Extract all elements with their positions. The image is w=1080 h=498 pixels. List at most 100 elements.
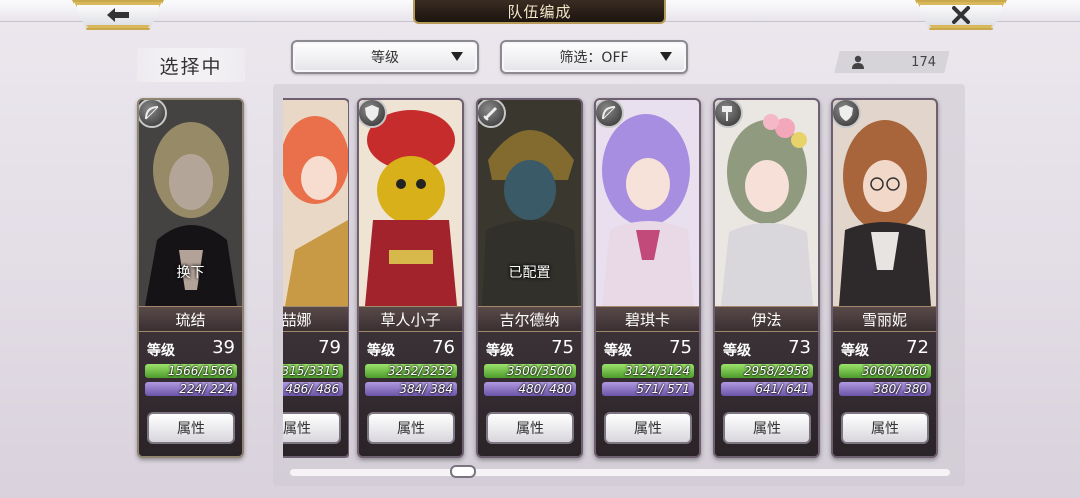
character-card[interactable]: 已配置 吉尔德纳 等级 75 3500/3500 480/ 480 属性 bbox=[476, 98, 583, 458]
character-count: 174 bbox=[845, 51, 940, 73]
character-count-value: 174 bbox=[911, 54, 936, 70]
mp-value: 224/ 224 bbox=[179, 382, 233, 396]
level-value: 76 bbox=[432, 337, 455, 358]
filter-dropdown-value: 筛选：OFF bbox=[559, 50, 629, 66]
hp-bar: 3252/3252 bbox=[365, 364, 457, 378]
filter-dropdown[interactable]: 筛选：OFF bbox=[500, 40, 688, 74]
level-value: 75 bbox=[551, 337, 574, 358]
selecting-label: 选择中 bbox=[137, 48, 245, 82]
attributes-button[interactable]: 属性 bbox=[723, 412, 811, 444]
level-value: 75 bbox=[669, 337, 692, 358]
hp-value: 3124/3124 bbox=[624, 364, 690, 378]
level-value: 39 bbox=[212, 337, 235, 358]
attributes-button[interactable]: 属性 bbox=[604, 412, 692, 444]
hp-bar: 3500/3500 bbox=[484, 364, 576, 378]
hammer-icon bbox=[715, 100, 743, 128]
level-row: 等级 72 bbox=[841, 337, 931, 360]
hp-bar: 2958/2958 bbox=[721, 364, 813, 378]
chevron-down-icon bbox=[451, 52, 463, 61]
attributes-button[interactable]: 属性 bbox=[367, 412, 455, 444]
level-value: 72 bbox=[906, 337, 929, 358]
attributes-button[interactable]: 属性 bbox=[841, 412, 929, 444]
character-portrait bbox=[715, 100, 818, 306]
mp-bar: 486/ 486 bbox=[283, 382, 343, 396]
mp-value: 486/ 486 bbox=[285, 382, 339, 396]
arrow-left-icon bbox=[107, 8, 129, 22]
level-label: 等级 bbox=[604, 343, 632, 359]
character-portrait bbox=[833, 100, 936, 306]
mp-value: 380/ 380 bbox=[873, 382, 927, 396]
level-label: 等级 bbox=[841, 343, 869, 359]
mp-bar: 571/ 571 bbox=[602, 382, 694, 396]
character-stats: 等级 72 3060/3060 380/ 380 属性 bbox=[833, 332, 936, 456]
character-portrait bbox=[596, 100, 699, 306]
character-name: 吉尔德纳 bbox=[478, 306, 581, 332]
back-button[interactable] bbox=[72, 0, 164, 30]
mp-bar: 224/ 224 bbox=[145, 382, 237, 396]
hp-value: 1566/1566 bbox=[167, 364, 233, 378]
assigned-label: 已配置 bbox=[508, 265, 551, 281]
level-row: 等级 79 bbox=[283, 337, 343, 360]
chevron-down-icon bbox=[660, 52, 672, 61]
sort-dropdown-value: 等级 bbox=[371, 50, 399, 66]
character-stats: 等级 75 3500/3500 480/ 480 属性 bbox=[478, 332, 581, 456]
mp-bar: 384/ 384 bbox=[365, 382, 457, 396]
mp-bar: 380/ 380 bbox=[839, 382, 931, 396]
character-name: 雪丽妮 bbox=[833, 306, 936, 332]
mp-value: 384/ 384 bbox=[399, 382, 453, 396]
attributes-button[interactable]: 属性 bbox=[147, 412, 235, 444]
user-icon bbox=[852, 55, 864, 69]
character-portrait bbox=[283, 100, 348, 306]
character-stats: 等级 75 3124/3124 571/ 571 属性 bbox=[596, 332, 699, 456]
mp-value: 480/ 480 bbox=[518, 382, 572, 396]
mp-value: 571/ 571 bbox=[636, 382, 690, 396]
scrollbar-thumb[interactable] bbox=[450, 465, 476, 478]
mp-bar: 480/ 480 bbox=[484, 382, 576, 396]
attributes-button[interactable]: 属性 bbox=[283, 412, 341, 444]
level-label: 等级 bbox=[147, 343, 175, 359]
shield-icon bbox=[359, 100, 387, 128]
hp-value: 2958/2958 bbox=[743, 364, 809, 378]
level-label: 等级 bbox=[723, 343, 751, 359]
bow-icon bbox=[596, 100, 624, 128]
level-row: 等级 75 bbox=[604, 337, 694, 360]
hp-value: 3500/3500 bbox=[506, 364, 572, 378]
hp-bar: 3060/3060 bbox=[839, 364, 931, 378]
character-name: 草人小子 bbox=[359, 306, 462, 332]
horizontal-scrollbar[interactable] bbox=[290, 469, 950, 476]
character-stats: 等级 39 1566/1566 224/ 224 属性 bbox=[139, 332, 242, 456]
character-card[interactable]: 雪丽妮 等级 72 3060/3060 380/ 380 属性 bbox=[831, 98, 938, 458]
character-card[interactable]: 草人小子 等级 76 3252/3252 384/ 384 属性 bbox=[357, 98, 464, 458]
character-portrait bbox=[359, 100, 462, 306]
close-x-icon bbox=[952, 6, 970, 24]
character-stats: 等级 73 2958/2958 641/ 641 属性 bbox=[715, 332, 818, 456]
character-name: 琉结 bbox=[139, 306, 242, 332]
mp-value: 641/ 641 bbox=[755, 382, 809, 396]
mp-bar: 641/ 641 bbox=[721, 382, 813, 396]
level-value: 79 bbox=[318, 337, 341, 358]
character-card[interactable]: 碧琪卡 等级 75 3124/3124 571/ 571 属性 bbox=[594, 98, 701, 458]
level-row: 等级 75 bbox=[486, 337, 576, 360]
level-row: 等级 76 bbox=[367, 337, 457, 360]
level-label: 等级 bbox=[486, 343, 514, 359]
hp-bar: 3124/3124 bbox=[602, 364, 694, 378]
level-label: 等级 bbox=[367, 343, 395, 359]
clipped-card-wrapper: 喆娜 等级 79 3315/3315 486/ 486 属性 bbox=[283, 98, 349, 458]
hp-bar: 3315/3315 bbox=[283, 364, 343, 378]
sword-icon bbox=[478, 100, 506, 128]
close-button[interactable] bbox=[915, 0, 1007, 30]
sort-dropdown[interactable]: 等级 bbox=[291, 40, 479, 74]
level-row: 等级 73 bbox=[723, 337, 813, 360]
selected-character-card[interactable]: 换下 琉结 等级 39 1566/1566 224/ 224 属性 bbox=[137, 98, 244, 458]
level-value: 73 bbox=[788, 337, 811, 358]
hp-value: 3252/3252 bbox=[387, 364, 453, 378]
character-stats: 等级 76 3252/3252 384/ 384 属性 bbox=[359, 332, 462, 456]
hp-value: 3060/3060 bbox=[861, 364, 927, 378]
bow-icon bbox=[139, 100, 167, 128]
character-card[interactable]: 伊法 等级 73 2958/2958 641/ 641 属性 bbox=[713, 98, 820, 458]
swap-out-label: 换下 bbox=[176, 265, 205, 281]
attributes-button[interactable]: 属性 bbox=[486, 412, 574, 444]
character-name: 伊法 bbox=[715, 306, 818, 332]
character-stats: 等级 79 3315/3315 486/ 486 属性 bbox=[283, 332, 348, 456]
character-card[interactable]: 喆娜 等级 79 3315/3315 486/ 486 属性 bbox=[283, 98, 349, 458]
